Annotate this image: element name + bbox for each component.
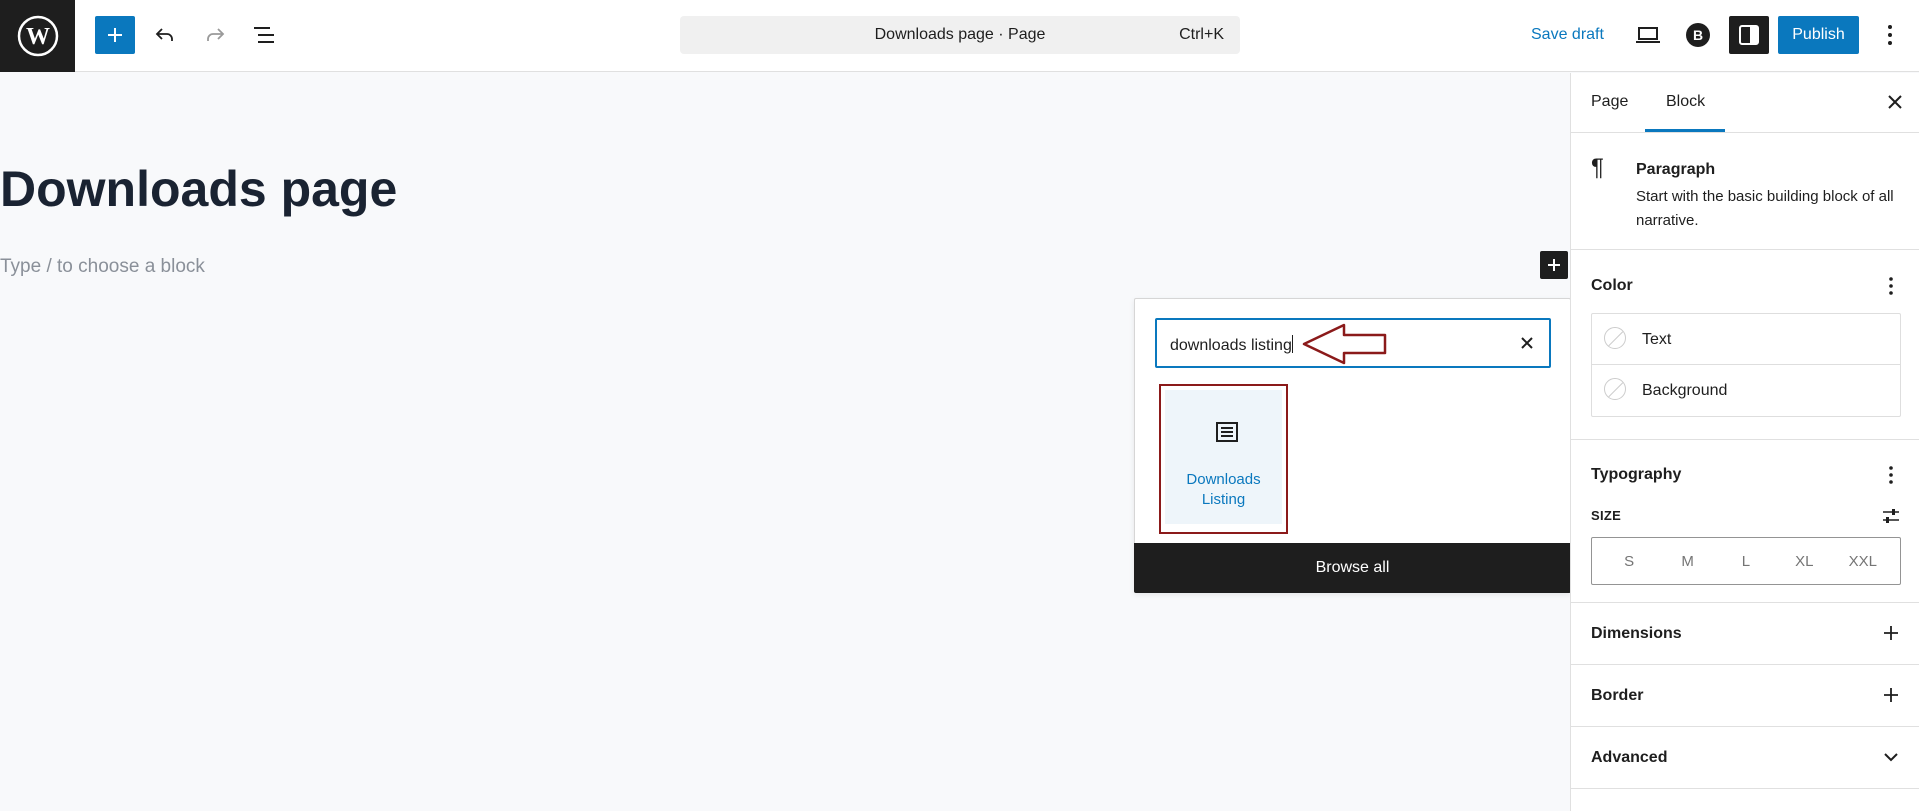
wordpress-logo-icon[interactable]: W bbox=[0, 0, 75, 72]
options-menu-button[interactable] bbox=[1870, 15, 1910, 55]
b-circle-icon: B bbox=[1686, 23, 1710, 47]
plus-icon bbox=[1548, 259, 1560, 271]
plus-icon[interactable] bbox=[1881, 623, 1901, 643]
block-placeholder[interactable]: Type / to choose a block bbox=[0, 256, 205, 278]
clear-search-icon[interactable] bbox=[1517, 333, 1537, 353]
border-panel-title: Border bbox=[1591, 687, 1644, 704]
color-panel: Color Text Background bbox=[1571, 250, 1919, 440]
border-panel[interactable]: Border bbox=[1571, 665, 1919, 727]
settings-sidebar: Page Block ¶ Paragraph Start with the ba… bbox=[1570, 73, 1919, 811]
search-value: downloads listing bbox=[1170, 335, 1293, 354]
shortcut-hint: Ctrl+K bbox=[1179, 26, 1224, 43]
dimensions-panel-title: Dimensions bbox=[1591, 625, 1682, 642]
chevron-down-icon[interactable] bbox=[1881, 747, 1901, 767]
editor-header: W Downloads page · Page Ctrl+K Save draf… bbox=[0, 0, 1919, 72]
color-text-label: Text bbox=[1642, 331, 1672, 348]
size-option-s[interactable]: S bbox=[1604, 553, 1654, 570]
command-palette-bar[interactable]: Downloads page · Page Ctrl+K bbox=[680, 16, 1240, 54]
font-size-picker: S M L XL XXL bbox=[1591, 537, 1901, 585]
list-view-icon bbox=[1216, 422, 1238, 442]
redo-button[interactable] bbox=[195, 15, 235, 55]
post-title[interactable]: Downloads page bbox=[0, 159, 397, 219]
close-icon[interactable] bbox=[1884, 91, 1906, 113]
svg-text:W: W bbox=[26, 24, 50, 50]
size-option-xxl[interactable]: XXL bbox=[1838, 553, 1888, 570]
svg-text:B: B bbox=[1693, 27, 1703, 43]
redo-icon bbox=[207, 28, 225, 41]
empty-swatch-icon bbox=[1604, 327, 1626, 349]
color-background-label: Background bbox=[1642, 382, 1728, 399]
more-vertical-icon[interactable] bbox=[1881, 465, 1901, 485]
advanced-panel[interactable]: Advanced bbox=[1571, 727, 1919, 789]
inline-inserter-button[interactable] bbox=[1540, 251, 1568, 279]
save-draft-button[interactable]: Save draft bbox=[1531, 26, 1604, 44]
plugin-button[interactable]: B bbox=[1678, 15, 1718, 55]
plus-icon[interactable] bbox=[1881, 685, 1901, 705]
font-size-label: SIZE bbox=[1591, 508, 1622, 523]
publish-button[interactable]: Publish bbox=[1778, 16, 1859, 54]
preview-button[interactable] bbox=[1628, 15, 1668, 55]
undo-button[interactable] bbox=[145, 15, 185, 55]
block-inserter-button[interactable] bbox=[95, 16, 135, 54]
settings-sliders-icon[interactable] bbox=[1881, 506, 1901, 526]
advanced-panel-title: Advanced bbox=[1591, 749, 1668, 766]
typography-panel: Typography SIZE S M L XL XXL bbox=[1571, 440, 1919, 603]
size-option-m[interactable]: M bbox=[1663, 553, 1713, 570]
typography-panel-title: Typography bbox=[1591, 466, 1682, 483]
tab-block[interactable]: Block bbox=[1666, 93, 1705, 111]
block-card: ¶ Paragraph Start with the basic buildin… bbox=[1571, 132, 1919, 250]
size-option-xl[interactable]: XL bbox=[1779, 553, 1829, 570]
color-text-option[interactable]: Text bbox=[1592, 314, 1900, 365]
block-result-label: Downloads Listing bbox=[1186, 471, 1261, 508]
list-view-icon bbox=[254, 27, 274, 43]
tab-page[interactable]: Page bbox=[1591, 93, 1628, 111]
color-options: Text Background bbox=[1591, 313, 1901, 417]
plus-icon bbox=[108, 28, 122, 42]
empty-swatch-icon bbox=[1604, 378, 1626, 400]
block-card-description: Start with the basic building block of a… bbox=[1636, 188, 1894, 229]
sidebar-icon bbox=[1739, 25, 1759, 45]
annotation-arrow-icon bbox=[1302, 323, 1387, 365]
more-vertical-icon[interactable] bbox=[1881, 276, 1901, 296]
document-overview-button[interactable] bbox=[245, 15, 285, 55]
block-result-downloads-listing[interactable]: Downloads Listing bbox=[1159, 384, 1288, 534]
dimensions-panel[interactable]: Dimensions bbox=[1571, 603, 1919, 665]
paragraph-icon: ¶ bbox=[1591, 154, 1604, 181]
sidebar-tabs: Page Block bbox=[1571, 73, 1919, 133]
size-option-l[interactable]: L bbox=[1721, 553, 1771, 570]
settings-sidebar-toggle[interactable] bbox=[1729, 16, 1769, 54]
more-vertical-icon bbox=[1888, 25, 1892, 45]
color-background-option[interactable]: Background bbox=[1592, 365, 1900, 416]
undo-icon bbox=[155, 28, 173, 41]
block-card-title: Paragraph bbox=[1636, 161, 1716, 178]
browse-all-button[interactable]: Browse all bbox=[1134, 543, 1571, 593]
laptop-icon bbox=[1636, 27, 1660, 43]
document-title: Downloads page · Page bbox=[874, 26, 1046, 43]
color-panel-title: Color bbox=[1591, 277, 1633, 294]
